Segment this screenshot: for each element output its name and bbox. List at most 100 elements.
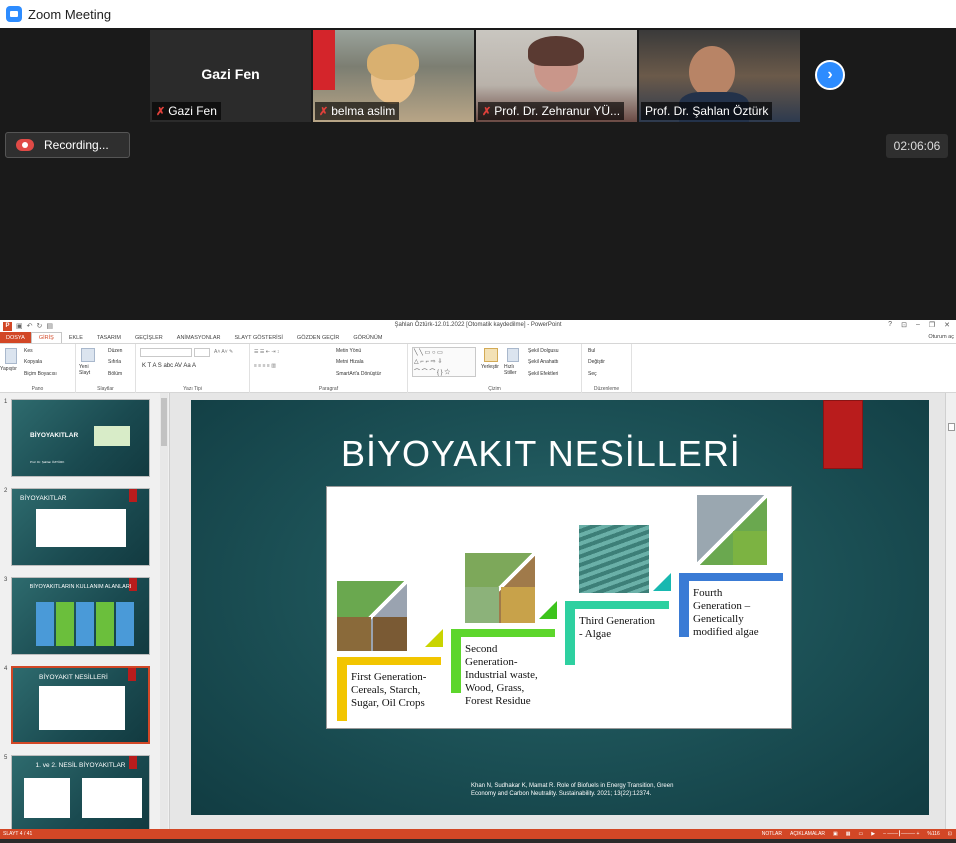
participant-name: belma aslim [331, 104, 396, 118]
shapes-icons: △ ⌐ ⌐ ⇨ ⇩ [414, 359, 443, 365]
thumbnail-card [96, 602, 114, 646]
reset-button[interactable]: Sıfırla [108, 359, 121, 365]
gm-algae-photo [733, 531, 767, 565]
powerpoint-window: P ▣ ↶ ↻ ▤ Şahlan Öztürk-12.01.2022 [Otom… [0, 320, 956, 843]
section-button[interactable]: Bölüm [108, 371, 122, 377]
tab-review[interactable]: GÖZDEN GEÇİR [290, 332, 346, 343]
ppt-titlebar: P ▣ ↶ ↻ ▤ Şahlan Öztürk-12.01.2022 [Otom… [0, 320, 956, 332]
slide-scrollbar[interactable] [945, 393, 956, 829]
thumbnail-number: 2 [4, 488, 8, 494]
flag-decoration [313, 30, 335, 90]
thumbnail-number: 4 [4, 666, 8, 672]
help-icon[interactable]: ? [888, 321, 892, 329]
align-icons[interactable]: ≡ ≡ ≡ ≡ ▥ [254, 363, 276, 369]
window-controls: ? ⊡ – ❐ ✕ [888, 321, 950, 329]
step-bar-3 [565, 601, 669, 609]
minimize-icon[interactable]: – [916, 321, 920, 329]
slide-sorter-icon[interactable]: ▦ [846, 831, 851, 837]
list-icons[interactable]: ☰ ☰ ⇤ ⇥ ↕ [254, 349, 279, 355]
slide-thumbnail[interactable]: BİYOYAKITLAR Prof. Dr. Şahlan ÖZTÜRK [11, 399, 150, 477]
arrange-button[interactable]: Yerleştir [481, 364, 499, 370]
group-font: A˄ A˅ ✎ K T A S abc AV Aa A Yazı Tipi [136, 344, 250, 393]
step-bar-4-vertical [679, 573, 689, 637]
slideshow-icon[interactable]: ▶ [871, 831, 875, 837]
group-label: Pano [31, 386, 44, 392]
participant-tile[interactable]: Gazi Fen ✗ Gazi Fen [150, 30, 311, 122]
font-name-select[interactable] [140, 348, 192, 357]
find-button[interactable]: Bul [588, 348, 595, 354]
notes-button[interactable]: NOTLAR [762, 831, 782, 837]
slide-thumbnail-selected[interactable]: BİYOYAKIT NESİLLERİ [11, 666, 150, 744]
grow-shrink-font-icon[interactable]: A˄ A˅ ✎ [214, 349, 233, 355]
align-text-button[interactable]: Metni Hizala [336, 359, 364, 365]
tab-file[interactable]: DOSYA [0, 332, 31, 343]
participant-tile[interactable]: ✗ Prof. Dr. Zehranur YÜ... [476, 30, 637, 122]
shape-outline-button[interactable]: Şekil Anahattı [528, 359, 559, 365]
replace-button[interactable]: Değiştir [588, 359, 605, 365]
shape-fill-button[interactable]: Şekil Dolgusu [528, 348, 559, 354]
paste-icon[interactable] [5, 348, 17, 364]
next-participants-button[interactable]: › [815, 60, 845, 90]
smartart-button[interactable]: SmartArt'a Dönüştür [336, 371, 381, 377]
generations-diagram[interactable]: First Generation- Cereals, Starch, Sugar… [326, 486, 792, 729]
zoom-level[interactable]: %116 [927, 831, 939, 837]
step-bar-4 [679, 573, 783, 581]
new-slide-icon[interactable] [81, 348, 95, 362]
slide-thumbnail[interactable]: BİYOYAKITLAR [11, 488, 150, 566]
document-title: Şahlan Öztürk-12.01.2022 [Otomatik kayde… [394, 322, 562, 328]
text-direction-button[interactable]: Metin Yönü [336, 348, 361, 354]
slide-thumbnail-pane: 1 BİYOYAKITLAR Prof. Dr. Şahlan ÖZTÜRK 2… [0, 393, 170, 833]
comments-button[interactable]: AÇIKLAMALAR [790, 831, 825, 837]
participant-hair [367, 44, 419, 80]
thumbnail-image [24, 778, 70, 818]
paste-button[interactable]: Yapıştır [0, 366, 17, 372]
sign-in-link[interactable]: Oturum aç [928, 334, 954, 340]
zoom-slider[interactable]: – ───┃──── + [883, 831, 919, 837]
format-painter-button[interactable]: Biçim Boyacısı [24, 371, 57, 377]
thumbnail-image [36, 509, 126, 547]
participant-label: ✗ Gazi Fen [152, 102, 221, 120]
ppt-workarea: 1 BİYOYAKITLAR Prof. Dr. Şahlan ÖZTÜRK 2… [0, 393, 956, 833]
cut-button[interactable]: Kes [24, 348, 33, 354]
copy-button[interactable]: Kopyala [24, 359, 42, 365]
font-size-select[interactable] [194, 348, 210, 357]
recording-indicator[interactable]: Recording... [5, 132, 130, 158]
restore-icon[interactable]: ❐ [929, 321, 935, 329]
select-button[interactable]: Seç [588, 371, 597, 377]
scrollbar-thumb[interactable] [948, 423, 955, 431]
slide-red-tab-decoration [823, 400, 863, 469]
normal-view-icon[interactable]: ▣ [833, 831, 838, 837]
font-format-icons[interactable]: K T A S abc AV Aa A [142, 363, 196, 369]
participant-tile-active-speaker[interactable]: Prof. Dr. Şahlan Öztürk [639, 30, 800, 122]
quick-styles-icon[interactable] [507, 348, 519, 362]
current-slide[interactable]: BİYOYAKIT NESİLLERİ First Generation- Ce… [191, 400, 929, 815]
tab-insert[interactable]: EKLE [62, 332, 90, 343]
quick-styles-button[interactable]: Hızlı Stiller [504, 364, 522, 376]
tab-animations[interactable]: ANİMASYONLAR [170, 332, 228, 343]
participant-name: Gazi Fen [168, 104, 217, 118]
slide-thumbnail[interactable]: 1. ve 2. NESİL BİYOYAKITLAR [11, 755, 150, 833]
arrange-icon[interactable] [484, 348, 498, 362]
step-bar-1 [337, 657, 441, 665]
shape-effects-button[interactable]: Şekil Efektleri [528, 371, 558, 377]
slide-counter: SLAYT 4 / 41 [3, 831, 33, 837]
tab-design[interactable]: TASARIM [90, 332, 128, 343]
recording-label: Recording... [44, 138, 109, 152]
tab-transitions[interactable]: GEÇİŞLER [128, 332, 170, 343]
tab-home[interactable]: GİRİŞ [30, 332, 62, 343]
thumbnail-scrollbar[interactable] [160, 393, 168, 829]
scrollbar-thumb[interactable] [161, 398, 167, 446]
ribbon-display-icon[interactable]: ⊡ [901, 321, 907, 329]
reading-view-icon[interactable]: ▭ [858, 831, 863, 837]
participant-tile[interactable]: ✗ belma aslim [313, 30, 474, 122]
tab-view[interactable]: GÖRÜNÜM [346, 332, 389, 343]
status-bar: SLAYT 4 / 41 NOTLAR AÇIKLAMALAR ▣ ▦ ▭ ▶ … [0, 829, 956, 839]
slide-thumbnail[interactable]: BİYOYAKITLARIN KULLANIM ALANLARI [11, 577, 150, 655]
tab-slideshow[interactable]: SLAYT GÖSTERİSİ [228, 332, 290, 343]
close-icon[interactable]: ✕ [944, 321, 950, 329]
fit-to-window-icon[interactable]: ⊡ [948, 831, 952, 837]
slide-title[interactable]: BİYOYAKIT NESİLLERİ [341, 433, 741, 475]
new-slide-button[interactable]: Yeni Slayt [79, 364, 99, 376]
thumbnail-number: 3 [4, 577, 8, 583]
layout-button[interactable]: Düzen [108, 348, 122, 354]
